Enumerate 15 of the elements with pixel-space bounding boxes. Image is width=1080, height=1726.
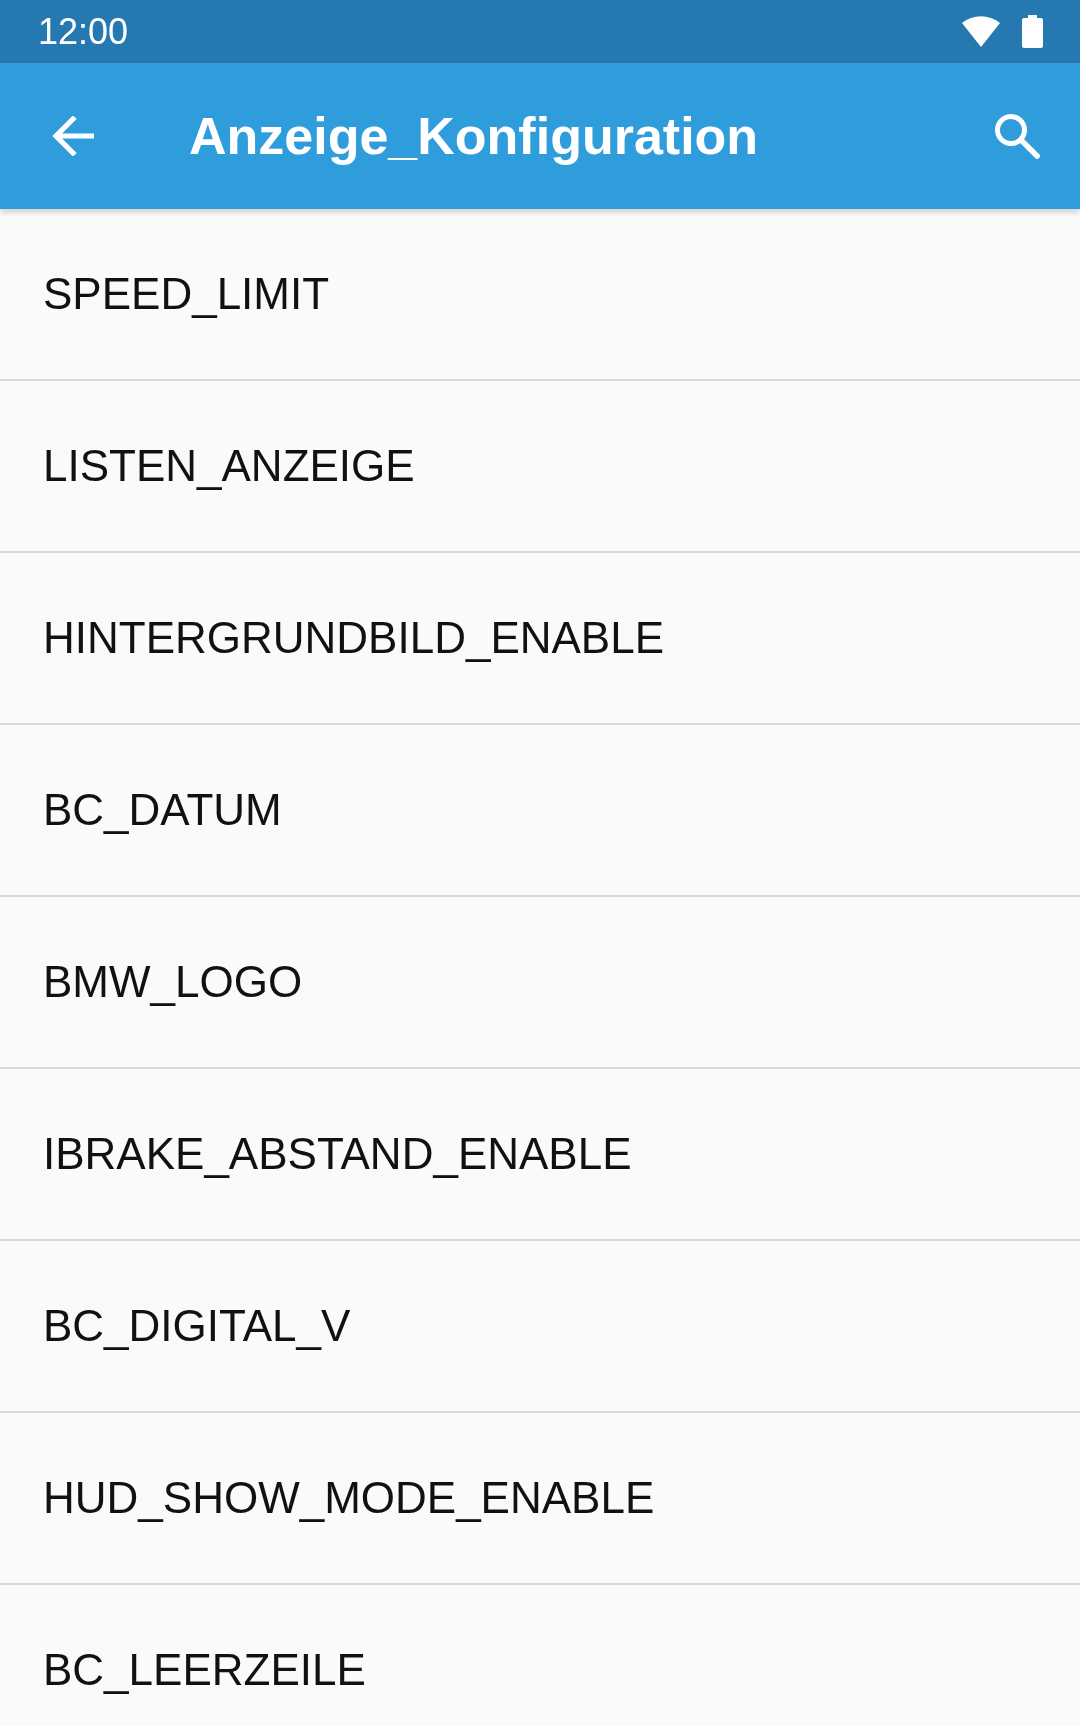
list-item[interactable]: BC_DIGITAL_V <box>0 1241 1080 1413</box>
battery-icon <box>1022 15 1043 48</box>
wifi-icon <box>962 16 1000 47</box>
list-item[interactable]: HUD_SHOW_MODE_ENABLE <box>0 1413 1080 1585</box>
list-item[interactable]: SPEED_LIMIT <box>0 209 1080 381</box>
list-item[interactable]: LISTEN_ANZEIGE <box>0 381 1080 553</box>
screen-title: Anzeige_Konfiguration <box>189 106 760 167</box>
list-item[interactable]: IBRAKE_ABSTAND_ENABLE <box>0 1069 1080 1241</box>
status-time: 12:00 <box>38 11 129 52</box>
list-item[interactable]: BC_LEERZEILE <box>0 1585 1080 1726</box>
list-item[interactable]: BC_DATUM <box>0 725 1080 897</box>
search-icon[interactable] <box>994 113 1040 159</box>
back-icon[interactable] <box>52 116 94 156</box>
list-item[interactable]: HINTERGRUNDBILD_ENABLE <box>0 553 1080 725</box>
list-item[interactable]: BMW_LOGO <box>0 897 1080 1069</box>
